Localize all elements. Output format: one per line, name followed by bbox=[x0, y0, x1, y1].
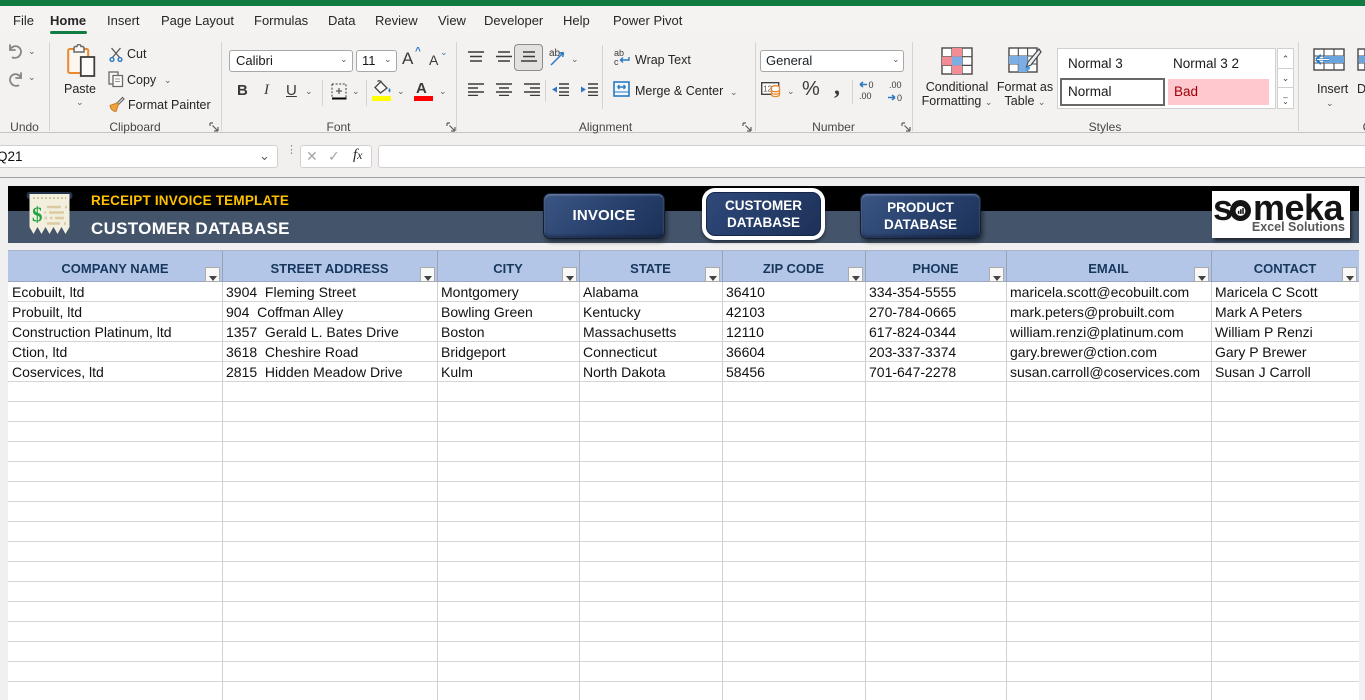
svg-text:.00: .00 bbox=[859, 91, 872, 101]
svg-text:.00: .00 bbox=[889, 80, 902, 90]
svg-text:0: 0 bbox=[869, 80, 874, 90]
svg-text:0: 0 bbox=[897, 93, 902, 103]
svg-text:c: c bbox=[614, 57, 619, 66]
svg-text:$: $ bbox=[32, 203, 43, 227]
